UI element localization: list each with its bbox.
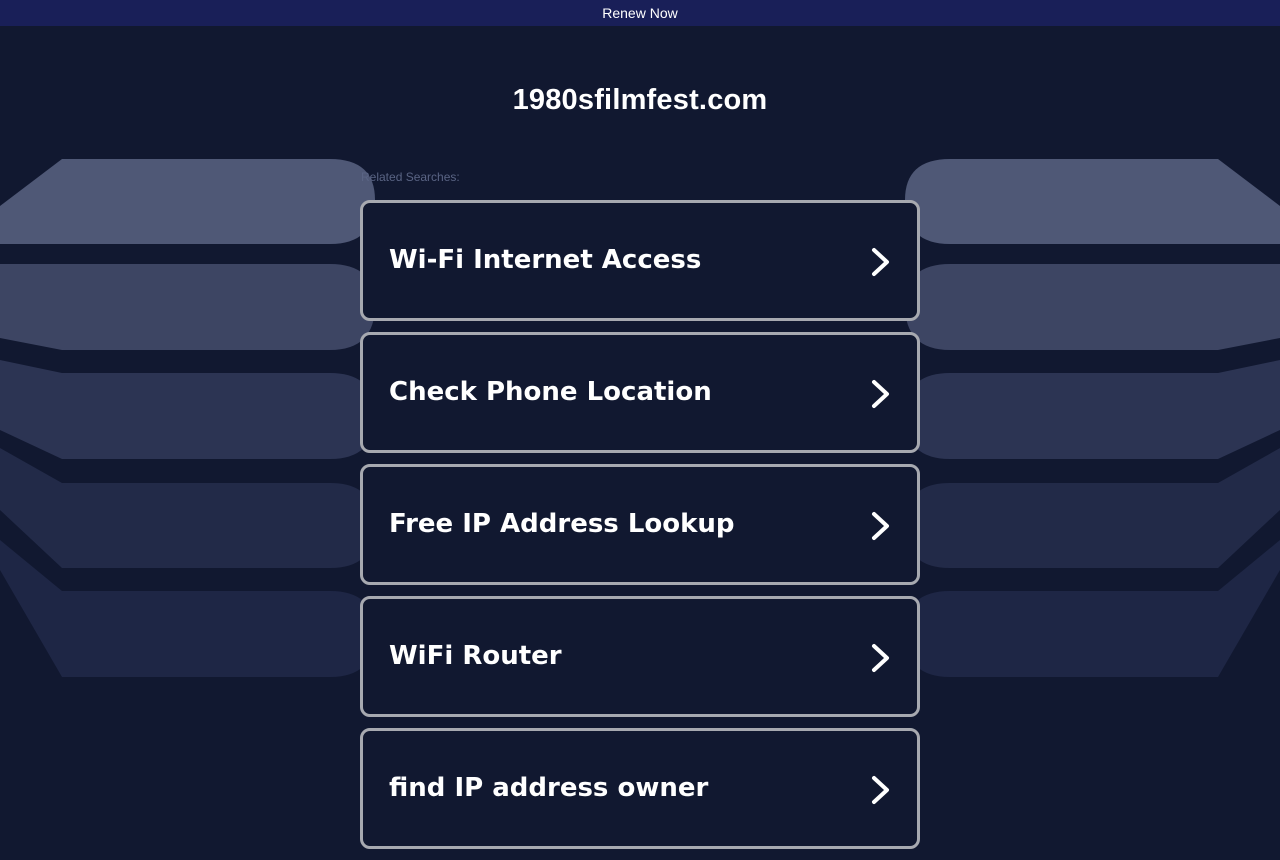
right-band-4	[905, 448, 1280, 568]
renew-now-banner[interactable]: Renew Now	[0, 0, 1280, 26]
related-search-label: Check Phone Location	[389, 377, 712, 407]
related-search-item[interactable]: find IP address owner	[360, 728, 920, 849]
chevron-right-icon	[872, 380, 889, 408]
chevron-right-icon	[872, 644, 889, 672]
left-band-2	[0, 264, 375, 350]
related-search-label: WiFi Router	[389, 641, 562, 671]
left-band-4	[0, 448, 375, 568]
renew-now-link[interactable]: Renew Now	[602, 5, 677, 21]
related-searches-label: Related Searches:	[361, 170, 460, 184]
related-search-item[interactable]: WiFi Router	[360, 596, 920, 717]
right-band-3	[905, 360, 1280, 459]
chevron-right-icon	[872, 248, 889, 276]
related-search-item[interactable]: Wi-Fi Internet Access	[360, 200, 920, 321]
related-search-item[interactable]: Free IP Address Lookup	[360, 464, 920, 585]
left-band-3	[0, 360, 375, 459]
related-search-item[interactable]: Check Phone Location	[360, 332, 920, 453]
related-search-label: Free IP Address Lookup	[389, 509, 735, 539]
chevron-right-icon	[872, 512, 889, 540]
left-band-1	[0, 159, 375, 244]
chevron-right-icon	[872, 776, 889, 804]
domain-title: 1980sfilmfest.com	[512, 84, 768, 116]
related-search-label: find IP address owner	[389, 773, 709, 803]
right-band-1	[905, 159, 1280, 244]
right-band-2	[905, 264, 1280, 350]
related-search-label: Wi-Fi Internet Access	[389, 245, 702, 275]
related-searches-list: Wi-Fi Internet Access Check Phone Locati…	[360, 200, 920, 860]
